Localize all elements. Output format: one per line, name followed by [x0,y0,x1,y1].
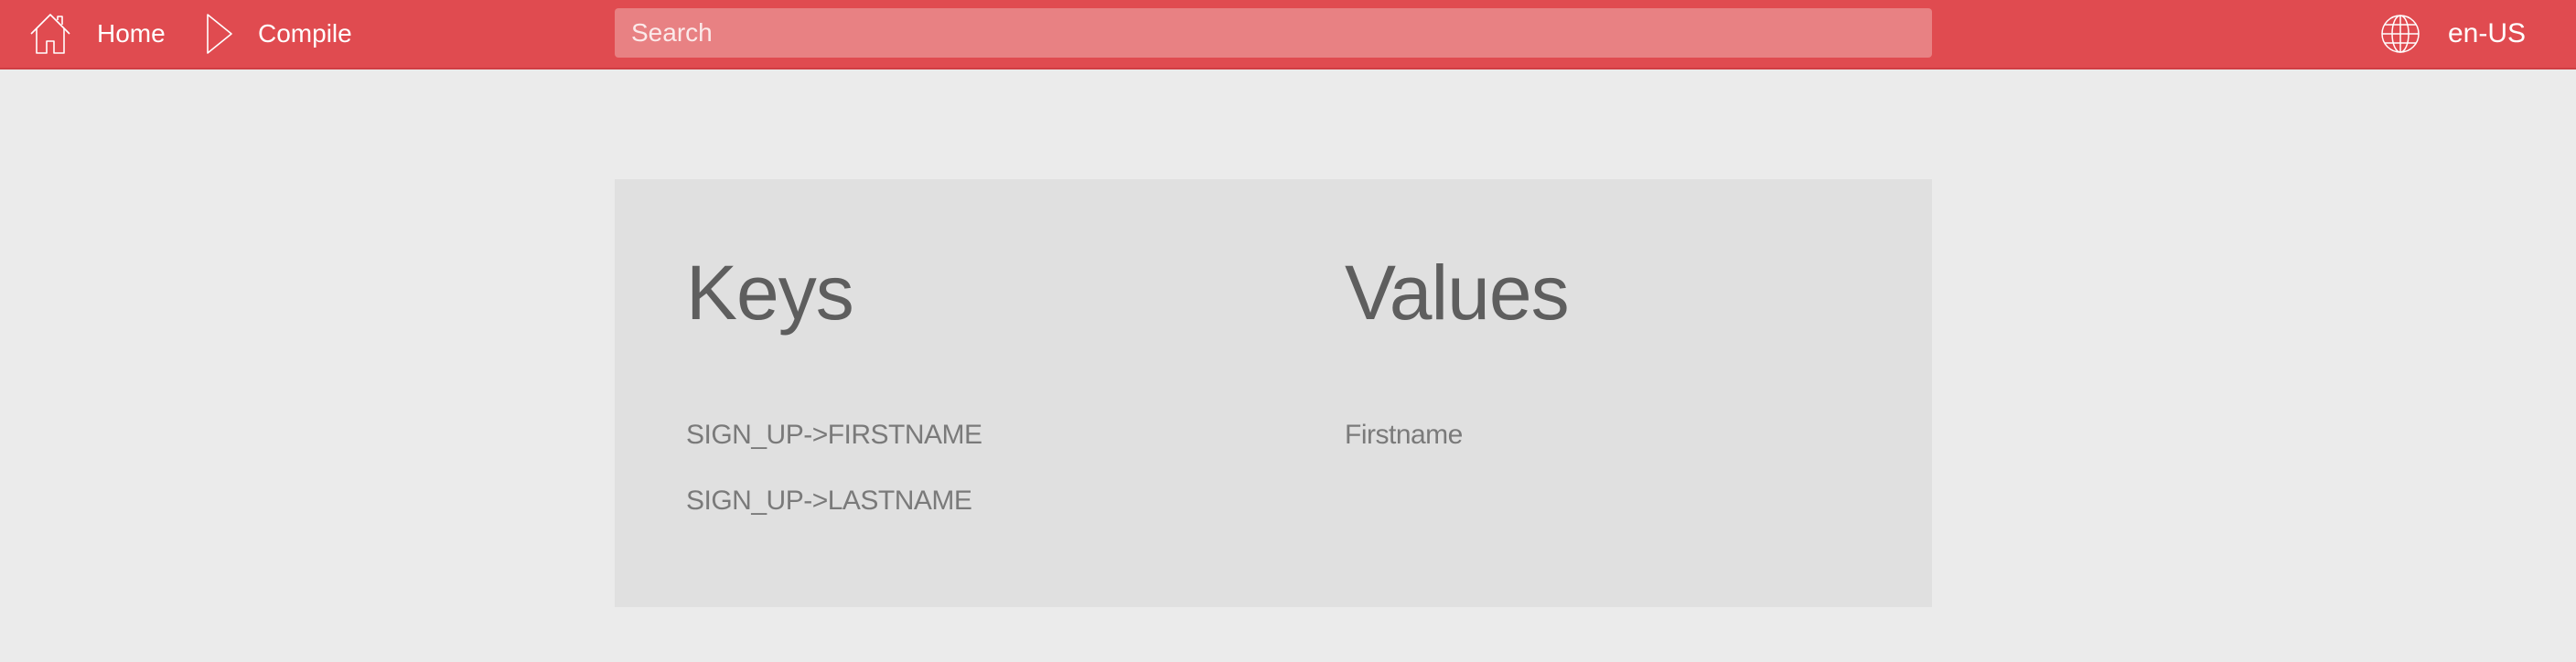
nav-home-label: Home [97,19,166,48]
nav-compile-label: Compile [258,19,352,48]
nav-compile-link[interactable]: Compile [205,0,352,68]
search-input[interactable] [615,8,1932,58]
top-nav-bar: Home Compile en-US [0,0,2576,69]
values-list: Firstname [1345,419,1463,550]
language-selector[interactable]: en-US [2380,0,2526,68]
translations-panel: Keys SIGN_UP->FIRSTNAME SIGN_UP->LASTNAM… [615,179,1932,607]
value-item[interactable]: Firstname [1345,419,1463,485]
value-item[interactable] [1345,485,1463,550]
nav-home-link[interactable]: Home [27,0,166,68]
keys-list: SIGN_UP->FIRSTNAME SIGN_UP->LASTNAME [686,419,982,550]
key-item[interactable]: SIGN_UP->FIRSTNAME [686,419,982,485]
key-item[interactable]: SIGN_UP->LASTNAME [686,485,982,550]
keys-heading: Keys [686,250,854,336]
values-heading: Values [1345,250,1570,336]
play-icon [205,12,234,56]
language-label: en-US [2448,18,2527,48]
home-icon [27,11,73,57]
globe-icon [2380,14,2420,54]
